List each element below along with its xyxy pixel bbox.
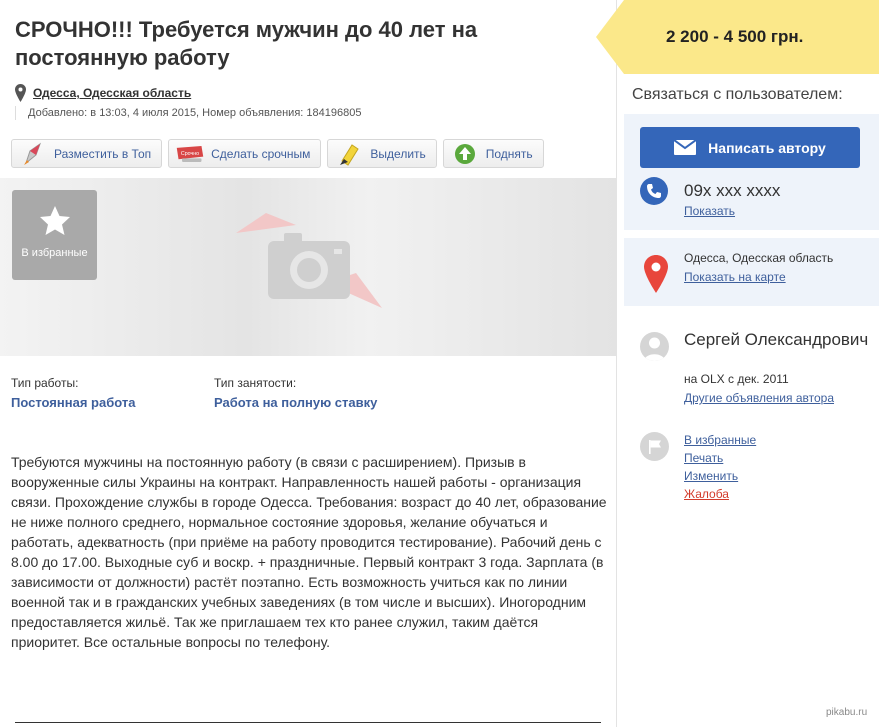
- star-icon: [39, 206, 70, 235]
- avatar: [640, 332, 669, 361]
- favorite-button[interactable]: В избранные: [12, 190, 97, 280]
- lift-up-label: Поднять: [485, 146, 533, 161]
- added-info: Добавлено: в 13:03, 4 июля 2015, Номер о…: [15, 106, 361, 120]
- promote-top-button[interactable]: Разместить в Топ: [11, 139, 163, 168]
- promo-actions: Разместить в Топ Срочно Сделать срочным …: [11, 139, 544, 168]
- ad-links: В избранные Печать Изменить Жалоба: [684, 431, 756, 503]
- show-phone-link[interactable]: Показать: [684, 204, 735, 218]
- favorite-label: В избранные: [21, 247, 88, 259]
- phone-number: 09x xxx xxxx: [684, 181, 781, 200]
- param-employment-label: Тип занятости:: [214, 376, 297, 390]
- photo-area: В избранные: [0, 178, 616, 356]
- camera-icon: [236, 213, 382, 308]
- location-link[interactable]: Одесса, Одесская область: [33, 86, 191, 100]
- job-params: Тип работы: Постоянная работа Тип занято…: [11, 376, 417, 410]
- write-author-button[interactable]: Написать автору: [640, 127, 860, 168]
- complaint-link[interactable]: Жалоба: [684, 485, 756, 503]
- map-city: Одесса, Одесская область: [684, 251, 834, 265]
- contact-heading: Связаться с пользователем:: [632, 86, 843, 103]
- location-row: Одесса, Одесская область: [15, 84, 191, 102]
- main-content: СРОЧНО!!! Требуется мужчин до 40 лет на …: [0, 0, 616, 727]
- param-employment-value[interactable]: Работа на полную ставку: [214, 395, 417, 410]
- lift-up-button[interactable]: Поднять: [442, 139, 544, 168]
- flag-icon: [640, 432, 669, 461]
- param-job-type-value[interactable]: Постоянная работа: [11, 395, 214, 410]
- urgent-label-icon: Срочно: [175, 142, 205, 166]
- map-marker-icon: [644, 255, 668, 293]
- sidebar: [616, 0, 879, 727]
- user-since: на OLX с дек. 2011: [684, 372, 789, 386]
- add-to-favorites-link[interactable]: В избранные: [684, 431, 756, 449]
- user-name: Сергей Олександрович: [684, 330, 869, 349]
- write-author-label: Написать автору: [708, 139, 826, 156]
- make-urgent-label: Сделать срочным: [211, 146, 311, 161]
- divider: [15, 722, 601, 723]
- other-ads-link[interactable]: Другие объявления автора: [684, 391, 834, 405]
- param-employment: Тип занятости: Работа на полную ставку: [214, 376, 417, 410]
- user-icon: [644, 337, 665, 361]
- watermark: pikabu.ru: [826, 707, 868, 718]
- price-tag: 2 200 - 4 500 грн.: [596, 0, 879, 74]
- make-urgent-button[interactable]: Срочно Сделать срочным: [168, 139, 322, 168]
- highlight-label: Выделить: [370, 146, 426, 161]
- highlight-button[interactable]: Выделить: [327, 139, 437, 168]
- show-on-map-link[interactable]: Показать на карте: [684, 270, 786, 284]
- map-box: Одесса, Одесская область Показать на кар…: [624, 238, 879, 306]
- promote-top-label: Разместить в Топ: [54, 146, 152, 161]
- urgent-icon-text: Срочно: [181, 150, 199, 156]
- highlighter-icon: [334, 142, 364, 166]
- ad-title: СРОЧНО!!! Требуется мужчин до 40 лет на …: [15, 17, 478, 70]
- phone-icon: [640, 177, 668, 205]
- param-job-type-label: Тип работы:: [11, 376, 79, 390]
- ad-description: Требуются мужчины на постоянную работу (…: [11, 454, 607, 650]
- price-value: 2 200 - 4 500 грн.: [666, 27, 804, 46]
- envelope-icon: [674, 140, 697, 155]
- param-job-type: Тип работы: Постоянная работа: [11, 376, 214, 410]
- map-pin-icon: [15, 84, 26, 102]
- rocket-icon: [18, 142, 48, 166]
- contact-box: Написать автору 09x xxx xxxx Показать: [624, 114, 879, 230]
- print-link[interactable]: Печать: [684, 449, 756, 467]
- edit-link[interactable]: Изменить: [684, 467, 756, 485]
- lift-up-icon: [450, 142, 480, 166]
